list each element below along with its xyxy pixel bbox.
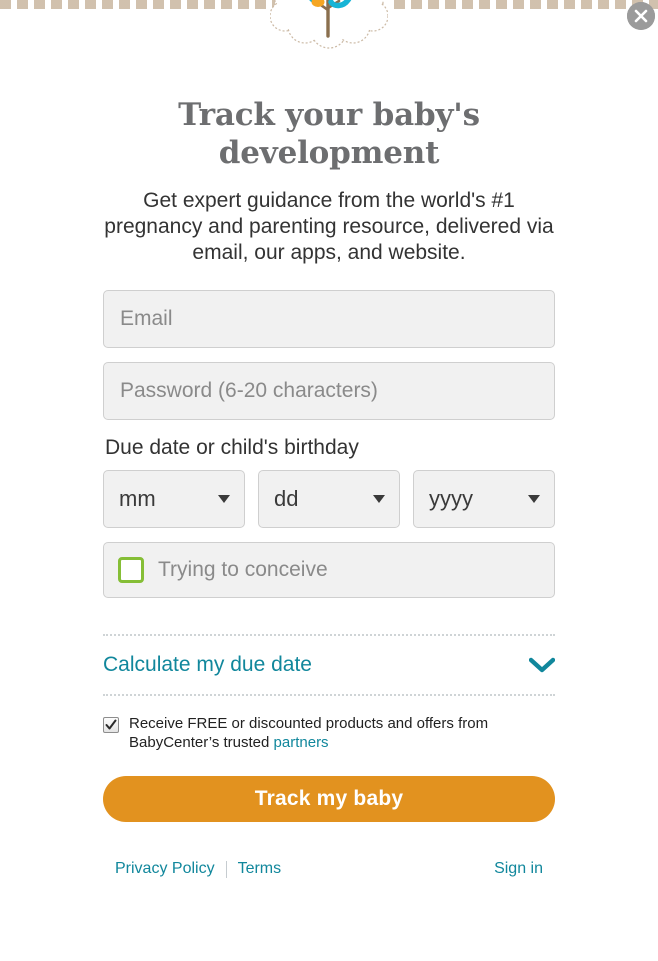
footer-legal-links: Privacy Policy Terms [115,860,281,878]
checkmark-icon [105,719,117,730]
chevron-down-icon [528,495,540,503]
terms-link[interactable]: Terms [238,860,282,878]
trying-to-conceive-checkbox[interactable] [118,557,144,583]
offers-optin-row[interactable]: Receive FREE or discounted products and … [103,714,555,752]
close-button[interactable] [627,2,655,30]
signup-form: Due date or child's birthday mm dd yyyy … [103,290,555,822]
footer-links: Privacy Policy Terms Sign in [103,860,555,878]
babycenter-tree-logo [298,0,360,38]
calculate-due-date-toggle[interactable]: Calculate my due date [103,636,555,694]
offers-text: Receive FREE or discounted products and … [129,714,537,752]
year-select[interactable]: yyyy [413,470,555,528]
chevron-down-icon [218,495,230,503]
calculate-due-date-label: Calculate my due date [103,653,312,676]
due-date-selects: mm dd yyyy [103,470,555,528]
modal-content: Track your baby's development Get expert… [0,0,658,878]
privacy-policy-link[interactable]: Privacy Policy [115,860,215,878]
page-subtitle: Get expert guidance from the world's #1 … [104,189,554,264]
partners-link[interactable]: partners [274,734,329,751]
day-select[interactable]: dd [258,470,400,528]
cloud-logo-container [270,0,388,58]
top-dashed-border-left [0,0,282,9]
email-field[interactable] [103,290,555,348]
calculate-due-date-section: Calculate my due date [103,634,555,696]
track-my-baby-button[interactable]: Track my baby [103,776,555,822]
chevron-down-icon [529,657,555,674]
signup-modal: Track your baby's development Get expert… [0,0,658,961]
sign-in-link[interactable]: Sign in [494,860,543,878]
trying-to-conceive-option[interactable]: Trying to conceive [103,542,555,598]
trying-to-conceive-label: Trying to conceive [158,558,328,581]
due-date-label: Due date or child's birthday [105,436,359,459]
footer-divider [225,860,227,878]
day-select-value: dd [274,486,299,511]
close-icon [627,2,655,30]
year-select-value: yyyy [429,486,473,511]
password-field[interactable] [103,362,555,420]
month-select-value: mm [119,486,156,511]
offers-checkbox[interactable] [103,717,119,733]
month-select[interactable]: mm [103,470,245,528]
page-title: Track your baby's development [178,97,480,171]
top-dashed-border-right [394,0,658,9]
chevron-down-icon [373,495,385,503]
